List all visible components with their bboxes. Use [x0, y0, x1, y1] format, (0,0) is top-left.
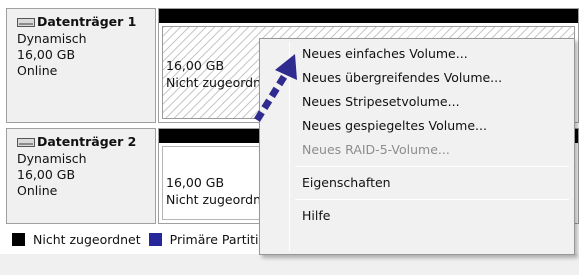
disk-type-2: Dynamisch	[17, 151, 87, 166]
legend-primary-swatch	[148, 232, 162, 246]
disk-size-2: 16,00 GB	[17, 167, 76, 182]
legend-unallocated-label: Nicht zugeordnet	[33, 231, 141, 247]
menu-item-help[interactable]: Hilfe	[263, 204, 571, 228]
menu-item-new-simple-volume[interactable]: Neues einfaches Volume...	[263, 42, 571, 66]
disk-status-2: Online	[17, 183, 58, 198]
disk-info-2[interactable]: Datenträger 2 Dynamisch 16,00 GB Online	[6, 128, 156, 224]
hard-disk-icon	[17, 137, 35, 147]
disk-name-1: Datenträger 1	[37, 14, 137, 29]
menu-item-new-spanned-volume[interactable]: Neues übergreifendes Volume...	[263, 66, 571, 90]
disk-info-1[interactable]: Datenträger 1 Dynamisch 16,00 GB Online	[6, 8, 156, 123]
disk-type-1: Dynamisch	[17, 31, 87, 46]
menu-item-new-mirrored-volume[interactable]: Neues gespiegeltes Volume...	[263, 114, 571, 138]
hard-disk-icon	[17, 17, 35, 27]
disk-management-view: Datenträger 1 Dynamisch 16,00 GB Online …	[0, 0, 579, 275]
menu-item-new-striped-volume[interactable]: Neues Stripesetvolume...	[263, 90, 571, 114]
footer-bar	[0, 254, 579, 275]
disk-size-1: 16,00 GB	[17, 47, 76, 62]
menu-item-properties[interactable]: Eigenschaften	[263, 171, 571, 195]
legend-unallocated-swatch	[12, 232, 25, 246]
context-menu: Neues einfaches Volume... Neues übergrei…	[259, 38, 575, 255]
disk-name-2: Datenträger 2	[37, 134, 137, 149]
menu-item-new-raid5-volume: Neues RAID-5-Volume...	[302, 142, 450, 157]
volume-header-bar-1	[159, 9, 578, 23]
disk-title-1: Datenträger 1	[17, 14, 155, 30]
menu-separator	[295, 166, 569, 167]
disk-status-1: Online	[17, 63, 58, 78]
menu-separator	[295, 199, 569, 200]
disk-title-2: Datenträger 2	[17, 134, 155, 150]
